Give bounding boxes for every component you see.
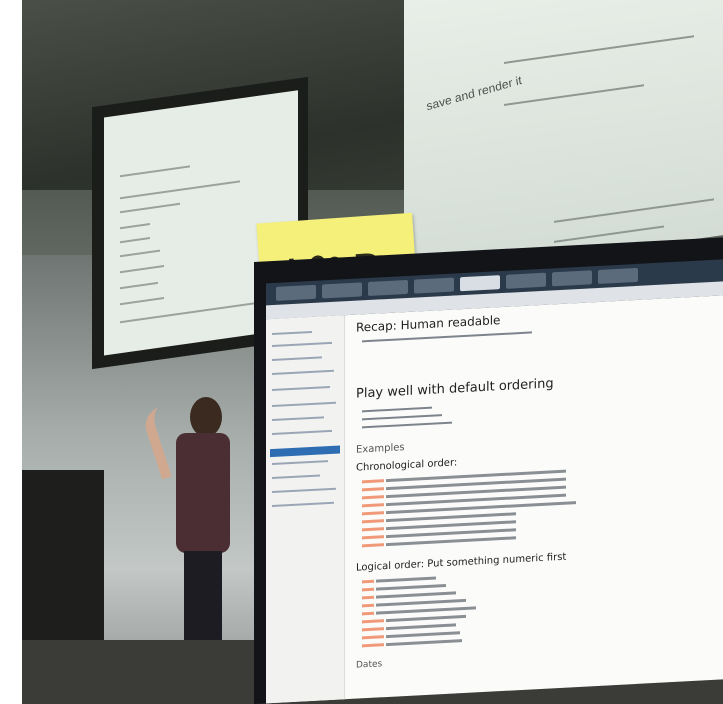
main-content: Recap: Human readable Play well with def… xyxy=(356,296,713,699)
heading-dates: Dates xyxy=(356,659,383,671)
presenter-head xyxy=(190,397,222,437)
right-slide-heading: save and render it xyxy=(425,72,523,114)
heading-logical: Logical order: Put something numeric fir… xyxy=(356,551,567,574)
browser-tab[interactable] xyxy=(414,277,454,294)
browser-tab[interactable] xyxy=(460,275,500,292)
heading-default-ordering: Play well with default ordering xyxy=(356,376,554,402)
browser-tab[interactable] xyxy=(506,272,546,289)
monitor: Recap: Human readable Play well with def… xyxy=(254,237,723,704)
toc-active-item[interactable] xyxy=(270,445,340,458)
heading-examples: Examples xyxy=(356,442,405,456)
presenter-torso xyxy=(176,433,230,553)
browser-tab[interactable] xyxy=(552,270,592,287)
browser-tab[interactable] xyxy=(322,282,362,299)
browser-tab[interactable] xyxy=(368,279,408,297)
right-projector-screen: save and render it xyxy=(404,0,723,280)
photo: save and render it I ♥ R xyxy=(22,0,723,704)
heading-recap: Recap: Human readable xyxy=(356,313,501,335)
browser-tab[interactable] xyxy=(276,284,316,301)
toc-sidebar xyxy=(266,315,345,704)
browser-tab[interactable] xyxy=(598,267,638,284)
heading-chronological: Chronological order: xyxy=(356,457,458,474)
web-page: Recap: Human readable Play well with def… xyxy=(266,295,723,704)
